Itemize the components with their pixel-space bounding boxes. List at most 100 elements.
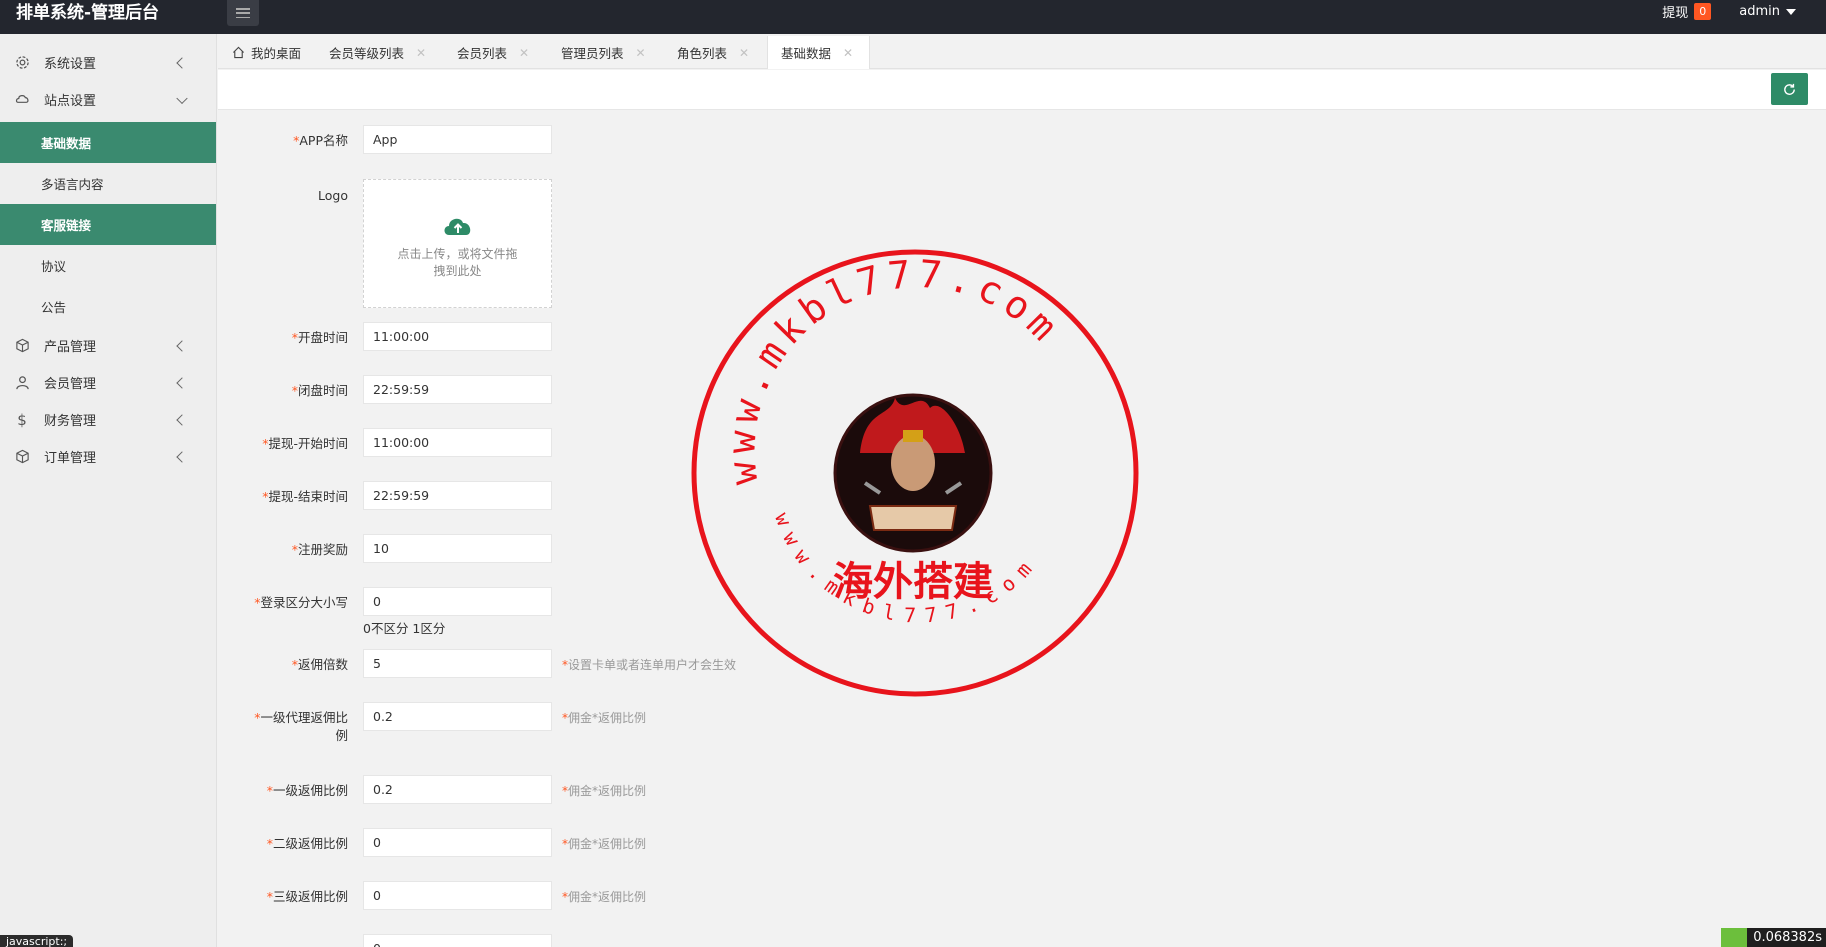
timer-value: 0.068382s <box>1753 930 1822 945</box>
sidebar-item-multilang[interactable]: 多语言内容 <box>0 163 216 204</box>
rebate-multiple-label: 返佣倍数 <box>297 657 348 672</box>
site-icon <box>14 92 30 108</box>
chevron-left-icon <box>176 450 188 463</box>
open-time-label: 开盘时间 <box>297 330 348 345</box>
refresh-icon <box>1784 83 1795 95</box>
sidebar-group-product[interactable]: 产品管理 <box>0 327 216 364</box>
tab-bar: 我的桌面 会员等级列表 ✕ 会员列表 ✕ 管理员列表 ✕ 角色列表 ✕ 基础数据… <box>218 34 1826 69</box>
sidebar-group-system[interactable]: 系统设置 <box>0 44 216 81</box>
app-name-input[interactable]: App <box>363 125 552 154</box>
withdraw-label: 提现 <box>1662 6 1689 21</box>
cloud-upload-icon <box>441 214 475 236</box>
tab-label: 我的桌面 <box>251 46 302 61</box>
sidebar-item-notice[interactable]: 公告 <box>0 286 216 327</box>
close-time-label: 闭盘时间 <box>297 383 348 398</box>
user-icon <box>14 375 30 391</box>
sidebar-group-label: 站点设置 <box>44 94 97 109</box>
sidebar-group-label: 财务管理 <box>44 414 97 429</box>
sidebar-item-agreement[interactable]: 协议 <box>0 245 216 286</box>
withdraw-start-input[interactable]: 11:00:00 <box>363 428 552 457</box>
tab-label: 基础数据 <box>781 46 832 61</box>
tab-label: 会员列表 <box>457 46 508 61</box>
refresh-button[interactable] <box>1771 73 1808 105</box>
register-reward-label: 注册奖励 <box>297 542 348 557</box>
level3-ratio-label: 三级返佣比例 <box>272 889 348 904</box>
withdraw-count-badge: 0 <box>1694 3 1712 20</box>
login-case-label: 登录区分大小写 <box>260 595 348 610</box>
chevron-left-icon <box>176 339 188 352</box>
close-time-input[interactable]: 22:59:59 <box>363 375 552 404</box>
hamburger-icon <box>236 8 250 18</box>
chevron-left-icon <box>176 376 188 389</box>
dollar-icon: $ <box>17 410 27 429</box>
user-name: admin <box>1739 4 1780 19</box>
sidebar-group-site[interactable]: 站点设置 <box>0 81 216 118</box>
level3-ratio-input[interactable]: 0 <box>363 881 552 910</box>
tab-member-list[interactable]: 会员列表 ✕ <box>457 36 529 69</box>
level2-ratio-label: 二级返佣比例 <box>272 836 348 851</box>
app-name-label: APP名称 <box>299 133 348 148</box>
chevron-down-icon <box>176 92 188 104</box>
register-reward-input[interactable]: 10 <box>363 534 552 563</box>
sidebar-group-member[interactable]: 会员管理 <box>0 364 216 401</box>
logo-upload-dropzone[interactable]: 点击上传，或将文件拖拽到此处 <box>363 179 552 308</box>
tab-admin-list[interactable]: 管理员列表 ✕ <box>561 36 646 69</box>
debug-timer: 0.068382s <box>1721 928 1826 947</box>
menu-toggle-button[interactable] <box>227 0 259 26</box>
sidebar-group-label: 会员管理 <box>44 377 97 392</box>
sidebar: 系统设置 站点设置 基础数据 多语言内容 客服链接 协议 公告 产品管理 会员管… <box>0 34 217 947</box>
login-case-note: 0不区分 1区分 <box>363 621 446 636</box>
sidebar-item-basic-data[interactable]: 基础数据 <box>0 122 216 163</box>
level1-ratio-label: 一级返佣比例 <box>272 783 348 798</box>
browser-status-tip: javascript:; <box>0 935 74 947</box>
close-icon[interactable]: ✕ <box>416 46 426 60</box>
level2-ratio-hint: 佣金*返佣比例 <box>568 837 647 851</box>
sidebar-group-order[interactable]: 订单管理 <box>0 438 216 475</box>
tab-home[interactable]: 我的桌面 <box>232 36 301 69</box>
sidebar-group-label: 订单管理 <box>44 451 97 466</box>
withdraw-end-label: 提现-结束时间 <box>268 489 348 504</box>
tab-label: 管理员列表 <box>561 46 624 61</box>
tab-member-level[interactable]: 会员等级列表 ✕ <box>329 36 426 69</box>
box-icon <box>14 338 30 354</box>
close-icon[interactable]: ✕ <box>519 46 529 60</box>
close-icon[interactable]: ✕ <box>843 46 853 60</box>
rebate-multiple-hint: 设置卡单或者连单用户才会生效 <box>568 658 737 672</box>
home-icon <box>232 46 245 59</box>
content-toolbar <box>218 70 1826 110</box>
rebate-multiple-input[interactable]: 5 <box>363 649 552 678</box>
sidebar-group-label: 系统设置 <box>44 57 97 72</box>
top-header: 排单系统-管理后台 提现 0 admin <box>0 0 1826 34</box>
level1-ratio-hint: 佣金*返佣比例 <box>568 784 647 798</box>
agent1-ratio-hint: 佣金*返佣比例 <box>568 711 647 725</box>
sidebar-item-service-link[interactable]: 客服链接 <box>0 204 216 245</box>
box-icon <box>14 449 30 465</box>
close-icon[interactable]: ✕ <box>739 46 749 60</box>
tab-label: 会员等级列表 <box>329 46 405 61</box>
sidebar-group-finance[interactable]: $ 财务管理 <box>0 401 216 438</box>
leaf-icon <box>1721 928 1748 947</box>
close-icon[interactable]: ✕ <box>636 46 646 60</box>
open-time-input[interactable]: 11:00:00 <box>363 322 552 351</box>
level1-ratio-input[interactable]: 0.2 <box>363 775 552 804</box>
agent1-ratio-input[interactable]: 0.2 <box>363 702 552 731</box>
withdraw-start-label: 提现-开始时间 <box>268 436 348 451</box>
chevron-left-icon <box>176 56 188 69</box>
next-input[interactable]: 0 <box>363 934 552 947</box>
basic-data-form: *APP名称 App Logo 点击上传，或将文件拖拽到此处 *开盘时间 11:… <box>218 110 1826 947</box>
withdraw-link[interactable]: 提现 0 <box>1662 2 1712 21</box>
app-title: 排单系统-管理后台 <box>16 3 160 23</box>
level3-ratio-hint: 佣金*返佣比例 <box>568 890 647 904</box>
level2-ratio-input[interactable]: 0 <box>363 828 552 857</box>
agent1-ratio-label-wrap: 例 <box>335 728 348 743</box>
tab-basic-data[interactable]: 基础数据 ✕ <box>767 36 871 69</box>
user-menu[interactable]: admin <box>1739 4 1796 19</box>
login-case-input[interactable]: 0 <box>363 587 552 616</box>
agent1-ratio-label: 一级代理返佣比 <box>260 710 348 725</box>
tab-label: 角色列表 <box>677 46 728 61</box>
gear-icon <box>14 55 30 71</box>
sidebar-group-label: 产品管理 <box>44 340 97 355</box>
caret-down-icon <box>1786 8 1796 15</box>
tab-role-list[interactable]: 角色列表 ✕ <box>677 36 749 69</box>
withdraw-end-input[interactable]: 22:59:59 <box>363 481 552 510</box>
